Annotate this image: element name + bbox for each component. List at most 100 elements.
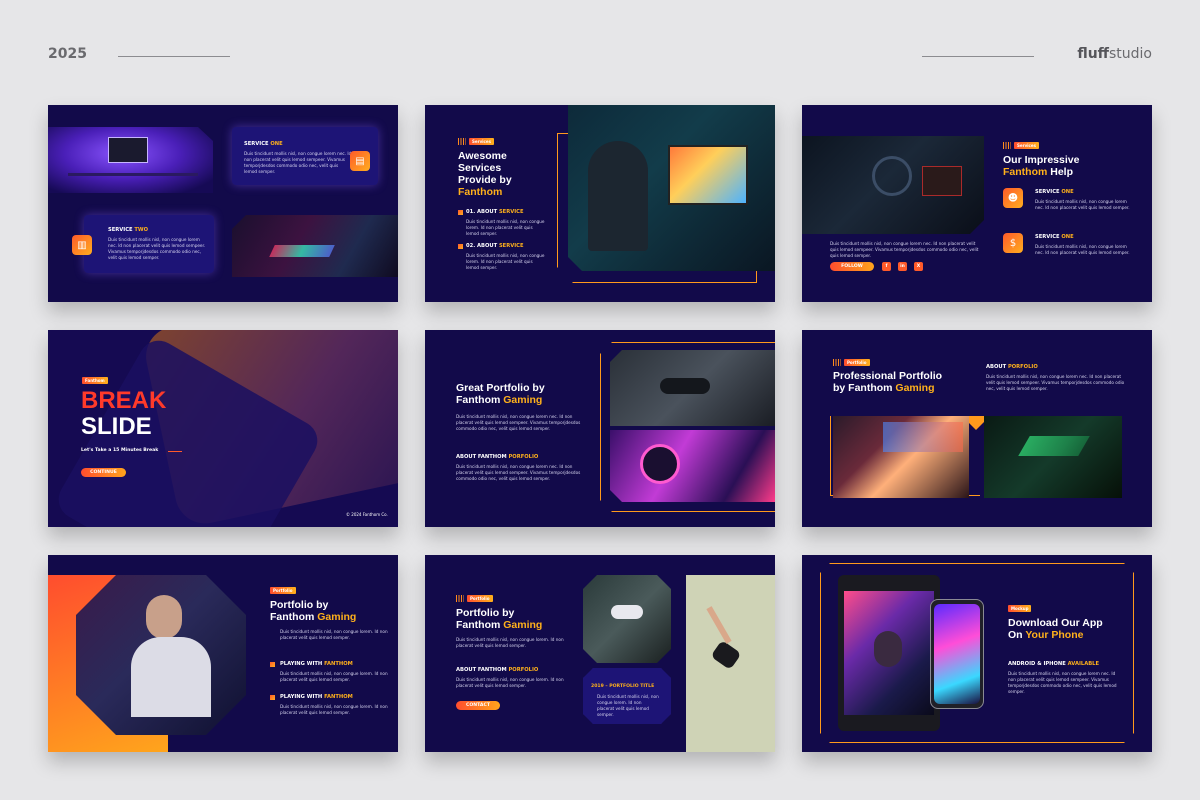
card-title: 2019 – PORTFOLIO TITLE <box>591 684 655 689</box>
slide-title: Great Portfolio by Fanthom Gaming <box>456 382 545 406</box>
contact-button[interactable]: CONTACT <box>456 701 500 710</box>
intro-text: Duis tincidunt mollis nisl, non congue l… <box>830 241 979 258</box>
controller-hands-photo <box>610 350 775 426</box>
portfolio-title-card: 2019 – PORTFOLIO TITLE Duis tincidunt mo… <box>583 668 671 724</box>
phone-mockup <box>930 599 984 709</box>
controller-shape <box>660 378 710 394</box>
rgb-keyboard-photo <box>232 215 398 277</box>
bullet-square <box>270 662 275 667</box>
about-service-2-heading: 02. ABOUT SERVICE <box>466 243 524 249</box>
accent-bars <box>1003 142 1011 149</box>
section-badge: Fanthom <box>82 377 108 384</box>
service-one-text: Duis tincidunt mollis nisl, non congue l… <box>1035 199 1130 210</box>
header-divider-right <box>922 56 1034 57</box>
availability-text: Duis tincidunt mollis nisl, non congue l… <box>1008 671 1117 694</box>
break-title: BREAK <box>81 387 167 414</box>
continue-button[interactable]: CONTINUE <box>81 468 126 477</box>
keyboard-shape <box>1018 436 1090 456</box>
slide-awesome-services[interactable]: Services Awesome Services Provide by Fantho… <box>425 105 775 302</box>
keyboard-shape <box>269 245 335 257</box>
playing-2-text: Duis tincidunt mollis nisl, non congue l… <box>280 704 388 715</box>
break-subtitle: Let's Take a 15 Minutes Break <box>81 448 159 453</box>
section-badge: Portfolio <box>270 587 296 594</box>
service-two-heading: SERVICE TWO <box>108 227 149 233</box>
portfolio-text: Duis tincidunt mollis nisl, non congue l… <box>456 637 564 648</box>
slide-title: Professional Portfolio by Fanthom Gaming <box>833 370 943 394</box>
monitor-shape <box>108 137 148 163</box>
slide-break[interactable]: Fanthom BREAK SLIDE Let's Take a 15 Minu… <box>48 330 398 527</box>
slide-great-portfolio[interactable]: Great Portfolio by Fanthom Gaming Duis ti… <box>425 330 775 527</box>
playing-1-heading: PLAYING WITH FANTHOM <box>280 661 353 667</box>
playing-2-heading: PLAYING WITH FANTHOM <box>280 694 353 700</box>
availability-heading: ANDROID & IPHONE AVAILABLE <box>1008 661 1100 667</box>
users-icon: ☻ <box>1003 188 1023 208</box>
playing-1-text: Duis tincidunt mollis nisl, non congue l… <box>280 671 388 682</box>
tablet-mockup <box>838 575 940 731</box>
phone-screen-photo <box>934 604 980 704</box>
slide-download-app[interactable]: Mockup Download Our App On Your Phone AND… <box>802 555 1152 752</box>
person-shape <box>874 631 902 667</box>
intro-text: Duis tincidunt mollis nisl, non congue l… <box>280 629 388 640</box>
accent-bars <box>458 138 466 145</box>
slide-portfolio-contact[interactable]: Portfolio Portfolio by Fanthom Gaming Dui… <box>425 555 775 752</box>
section-badge: Services <box>1014 142 1040 149</box>
about-portfolio-text: Duis tincidunt mollis nisl, non congue l… <box>456 677 564 688</box>
subtitle-line <box>168 451 182 452</box>
slide-title: Portfolio by Fanthom Gaming <box>270 599 357 623</box>
fan-shape <box>872 156 912 196</box>
section-badge: Portfolio <box>844 359 870 366</box>
streamer-girl-photo <box>833 416 969 498</box>
face-shape <box>146 595 182 639</box>
header-divider-left <box>118 56 230 57</box>
slide-title-word: SLIDE <box>81 413 152 440</box>
desk-setup-photo <box>48 127 213 193</box>
about-portfolio-heading: ABOUT FANTHOM PORFOLIO <box>456 667 539 673</box>
pc-hardware-photo <box>802 136 984 234</box>
service-one-text: Duis tincidunt mollis nisl, non congue l… <box>244 151 352 174</box>
about-service-1-heading: 01. ABOUT SERVICE <box>466 209 524 215</box>
about-service-2-text: Duis tincidunt mollis nisl, non congue l… <box>466 253 545 270</box>
beige-panel <box>686 575 775 752</box>
slide-title: Our Impressive Fanthom Help <box>1003 154 1080 178</box>
slide-portfolio-playing[interactable]: Portfolio Portfolio by Fanthom Gaming Dui… <box>48 555 398 752</box>
tablet-screen-photo <box>844 591 934 715</box>
bullet-square <box>270 695 275 700</box>
slide-professional-portfolio[interactable]: Portfolio Professional Portfolio by Fanth… <box>802 330 1152 527</box>
accent-bars <box>456 595 464 602</box>
slide-services-one-two[interactable]: SERVICE ONE Duis tincidunt mollis nisl, … <box>48 105 398 302</box>
service-two-card: SERVICE TWO Duis tincidunt mollis nisl, … <box>84 215 214 273</box>
service-two-heading: SERVICE ONE <box>1035 234 1074 240</box>
slide-title: Download Our App On Your Phone <box>1008 617 1103 641</box>
section-badge: Mockup <box>1008 605 1032 612</box>
portfolio-text: Duis tincidunt mollis nisl, non congue l… <box>456 414 581 431</box>
slide-impressive-help[interactable]: Services Our Impressive Fanthom Help ☻ SE… <box>802 105 1152 302</box>
bullet-square <box>458 210 463 215</box>
rgb-headset-photo <box>610 430 775 502</box>
follow-button[interactable]: FOLLOW <box>830 262 874 271</box>
black-controller-shape <box>710 639 742 671</box>
card-text: Duis tincidunt mollis nisl, non congue l… <box>597 694 659 717</box>
section-badge: Portfolio <box>467 595 493 602</box>
controller-person-photo <box>583 575 671 663</box>
service-one-heading: SERVICE ONE <box>244 141 283 147</box>
service-one-card: SERVICE ONE Duis tincidunt mollis nisl, … <box>232 127 378 185</box>
white-controller-shape <box>611 605 643 619</box>
slide-title: Awesome Services Provide by Fanthom <box>458 150 512 198</box>
facebook-icon[interactable]: f <box>882 262 891 271</box>
desk-shape <box>68 173 198 176</box>
gamer-at-monitor-photo <box>568 105 775 271</box>
year-label: 2025 <box>48 46 87 62</box>
service-two-text: Duis tincidunt mollis nisl, non congue l… <box>1035 244 1130 255</box>
section-badge: Services <box>469 138 495 145</box>
dollar-icon: $ <box>1003 233 1023 253</box>
accent-bars <box>833 359 841 366</box>
screens-shape <box>883 422 963 452</box>
about-portfolio-text: Duis tincidunt mollis nisl, non congue l… <box>456 464 581 481</box>
x-icon[interactable]: X <box>914 262 923 271</box>
podium-icon: ▥ <box>72 235 92 255</box>
about-service-1-text: Duis tincidunt mollis nisl, non congue l… <box>466 219 545 236</box>
hand-shape <box>706 606 732 644</box>
bullet-square <box>458 244 463 249</box>
linkedin-icon[interactable]: in <box>898 262 907 271</box>
copyright-text: © 2024 Fanthom Co. <box>346 512 388 517</box>
